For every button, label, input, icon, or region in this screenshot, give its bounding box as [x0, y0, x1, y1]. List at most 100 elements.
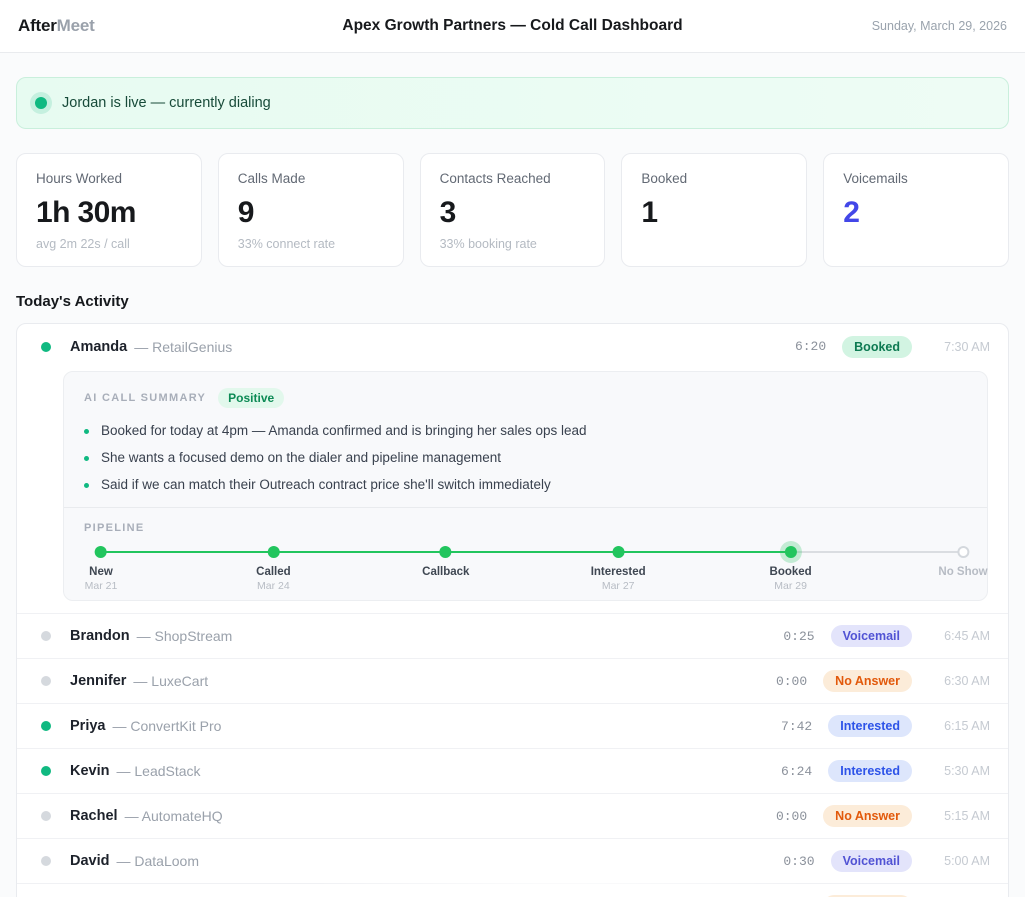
call-outcome-badge: Interested: [828, 715, 912, 737]
call-time: 6:30 AM: [928, 674, 990, 688]
call-duration: 0:30: [783, 854, 814, 869]
call-row-rachel[interactable]: Rachel — AutomateHQ 0:00 No Answer 5:15 …: [17, 793, 1008, 838]
call-status-dot: [41, 342, 51, 352]
call-contact-name: Rachel: [70, 808, 118, 824]
stat-value: 3: [440, 195, 586, 231]
bullet-text: Booked for today at 4pm — Amanda confirm…: [101, 423, 587, 439]
bullet-dot-icon: [84, 456, 89, 461]
call-contact-name: Jennifer: [70, 673, 126, 689]
pipeline-stage-name: Booked: [770, 566, 812, 578]
call-row-amanda[interactable]: Amanda — RetailGenius 6:20 Booked 7:30 A…: [17, 324, 1008, 369]
ai-summary-header: AI CALL SUMMARY Positive: [64, 372, 987, 408]
pipeline-stage-name: New: [89, 566, 113, 578]
bullet-text: Said if we can match their Outreach cont…: [101, 477, 551, 493]
pipeline-dot-icon: [612, 546, 624, 558]
pipeline-dot-icon: [267, 546, 279, 558]
call-time: 7:30 AM: [928, 340, 990, 354]
pipeline-dot-icon: [440, 546, 452, 558]
call-outcome-badge: Booked: [842, 336, 912, 358]
stat-sub: 33% booking rate: [440, 237, 586, 252]
call-duration: 0:00: [776, 674, 807, 689]
call-status-dot: [41, 766, 51, 776]
sentiment-badge: Positive: [218, 388, 284, 408]
pipeline-stage-interested: Interested Mar 27: [591, 546, 646, 592]
brand-logo: AfterMeet: [18, 16, 95, 36]
call-company: — ShopStream: [137, 628, 233, 644]
pipeline-stage-date: Mar 24: [257, 581, 290, 592]
call-status-dot: [41, 811, 51, 821]
pipeline-stage-callback: Callback: [422, 546, 469, 592]
call-row-brandon[interactable]: Brandon — ShopStream 0:25 Voicemail 6:45…: [17, 613, 1008, 658]
stat-value: 1h 30m: [36, 195, 182, 231]
live-status-banner: Jordan is live — currently dialing: [16, 77, 1009, 129]
pipeline-stage-name: No Show: [938, 566, 987, 578]
stat-label: Voicemails: [843, 170, 989, 187]
call-company: — ConvertKit Pro: [112, 718, 221, 734]
stat-value: 1: [641, 195, 787, 231]
call-company: — LeadStack: [117, 763, 201, 779]
call-contact-name: Kevin: [70, 763, 110, 779]
stat-value: 9: [238, 195, 384, 231]
summary-bullet: She wants a focused demo on the dialer a…: [84, 450, 967, 466]
call-row-kevin[interactable]: Kevin — LeadStack 6:24 Interested 5:30 A…: [17, 748, 1008, 793]
pipeline-dot-icon: [957, 546, 969, 558]
call-status-dot: [41, 676, 51, 686]
pipeline-line-pending: [791, 551, 963, 553]
call-contact-name: David: [70, 853, 110, 869]
bullet-dot-icon: [84, 483, 89, 488]
call-status-dot: [41, 721, 51, 731]
pipeline-stage-date: Mar 27: [602, 581, 635, 592]
stat-card-voicemails: Voicemails 2: [823, 153, 1009, 267]
pipeline-section: PIPELINE New Mar 21 Called Mar 24 Callba…: [64, 507, 987, 600]
call-duration: 7:42: [781, 719, 812, 734]
call-time: 5:30 AM: [928, 764, 990, 778]
call-contact-name: Amanda: [70, 339, 127, 355]
call-duration: 6:24: [781, 764, 812, 779]
summary-bullet: Said if we can match their Outreach cont…: [84, 477, 967, 493]
pipeline-stage-name: Interested: [591, 566, 646, 578]
stat-card-hours-worked: Hours Worked 1h 30m avg 2m 22s / call: [16, 153, 202, 267]
stat-card-booked: Booked 1: [621, 153, 807, 267]
call-row-priya[interactable]: Priya — ConvertKit Pro 7:42 Interested 6…: [17, 703, 1008, 748]
stat-card-contacts-reached: Contacts Reached 3 33% booking rate: [420, 153, 606, 267]
call-outcome-badge: No Answer: [823, 805, 912, 827]
stat-label: Contacts Reached: [440, 170, 586, 187]
bullet-dot-icon: [84, 429, 89, 434]
call-company: — RetailGenius: [134, 339, 232, 355]
stat-sub: avg 2m 22s / call: [36, 237, 182, 252]
call-contact-name: Brandon: [70, 628, 130, 644]
pipeline-dot-icon: [95, 546, 107, 558]
call-duration: 6:20: [795, 339, 826, 354]
ai-call-summary: AI CALL SUMMARY Positive Booked for toda…: [63, 371, 988, 601]
call-company: — DataLoom: [117, 853, 199, 869]
call-company: — AutomateHQ: [125, 808, 223, 824]
live-indicator-icon: [35, 97, 47, 109]
call-duration: 0:25: [783, 629, 814, 644]
call-time: 5:00 AM: [928, 854, 990, 868]
call-status-dot: [41, 631, 51, 641]
summary-bullet: Booked for today at 4pm — Amanda confirm…: [84, 423, 967, 439]
call-outcome-badge: Voicemail: [831, 850, 912, 872]
call-row-jennifer[interactable]: Jennifer — LuxeCart 0:00 No Answer 6:30 …: [17, 658, 1008, 703]
stat-card-calls-made: Calls Made 9 33% connect rate: [218, 153, 404, 267]
app-header: AfterMeet Apex Growth Partners — Cold Ca…: [0, 0, 1025, 53]
call-row-david[interactable]: David — DataLoom 0:30 Voicemail 5:00 AM: [17, 838, 1008, 883]
pipeline-label: PIPELINE: [84, 522, 967, 534]
call-duration: 0:00: [776, 809, 807, 824]
page-title: Apex Growth Partners — Cold Call Dashboa…: [342, 17, 682, 35]
pipeline-stage-booked: Booked Mar 29: [770, 546, 812, 592]
pipeline-track: New Mar 21 Called Mar 24 Callback Intere…: [101, 546, 963, 592]
pipeline-stage-name: Callback: [422, 566, 469, 578]
live-status-text: Jordan is live — currently dialing: [62, 95, 271, 111]
bullet-text: She wants a focused demo on the dialer a…: [101, 450, 501, 466]
stat-label: Calls Made: [238, 170, 384, 187]
ai-summary-bullets: Booked for today at 4pm — Amanda confirm…: [64, 408, 987, 507]
pipeline-stage-name: Called: [256, 566, 291, 578]
call-row-sarah[interactable]: Sarah — RevenuePilot 0:00 No Answer 4:45…: [17, 883, 1008, 897]
activity-list: Amanda — RetailGenius 6:20 Booked 7:30 A…: [16, 323, 1009, 897]
stats-row: Hours Worked 1h 30m avg 2m 22s / call Ca…: [16, 153, 1009, 267]
call-company: — LuxeCart: [133, 673, 208, 689]
brand-light: Meet: [57, 16, 95, 35]
ai-summary-label: AI CALL SUMMARY: [84, 392, 206, 404]
stat-label: Booked: [641, 170, 787, 187]
